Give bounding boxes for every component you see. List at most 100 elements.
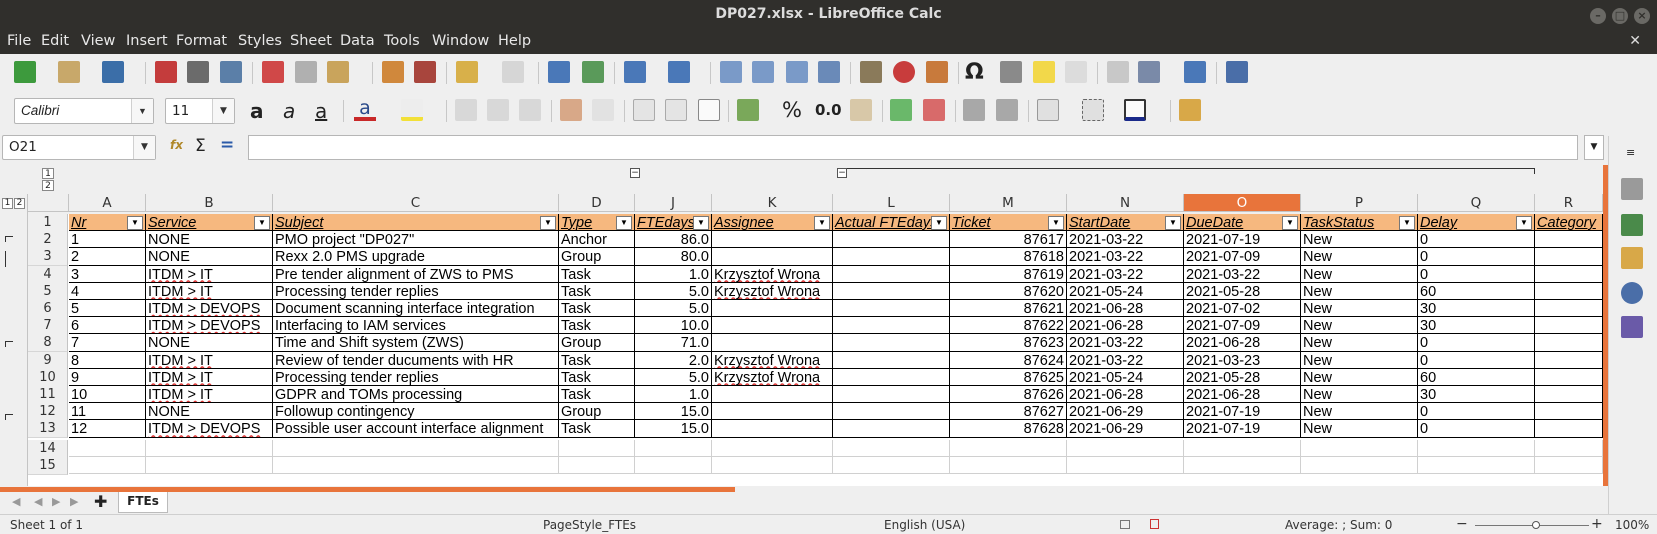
column-header-b[interactable]: B bbox=[146, 194, 273, 212]
cell-a-6[interactable]: 5 bbox=[69, 300, 146, 318]
empty-cell[interactable] bbox=[1067, 456, 1184, 474]
cell-n-13[interactable]: 2021-06-29 bbox=[1067, 420, 1184, 438]
autofilter-dropdown-icon[interactable]: ▼ bbox=[127, 216, 143, 230]
cell-r-10[interactable] bbox=[1535, 368, 1603, 386]
cell-d-2[interactable]: Anchor bbox=[559, 231, 635, 249]
row-header-6[interactable]: 6 bbox=[28, 300, 68, 318]
empty-cell[interactable] bbox=[833, 439, 950, 457]
column-header-k[interactable]: K bbox=[712, 194, 833, 212]
header-cell-actual-ftedays[interactable]: Actual FTEdays ▼ bbox=[833, 214, 950, 232]
maximize-button[interactable]: □ bbox=[1612, 8, 1628, 24]
align-left-icon[interactable] bbox=[455, 99, 477, 121]
cell-o-11[interactable]: 2021-06-28 bbox=[1184, 386, 1301, 404]
empty-cell[interactable] bbox=[712, 456, 833, 474]
menu-sheet[interactable]: Sheet bbox=[290, 33, 332, 49]
menu-insert[interactable]: Insert bbox=[126, 33, 168, 49]
column-icon[interactable] bbox=[668, 61, 690, 83]
cell-l-12[interactable] bbox=[833, 403, 950, 421]
underline-icon[interactable]: a bbox=[315, 99, 327, 123]
export-pdf-icon[interactable] bbox=[155, 61, 177, 83]
gallery-icon[interactable] bbox=[1621, 247, 1643, 269]
column-header-q[interactable]: Q bbox=[1418, 194, 1535, 212]
collapse-group-button[interactable]: − bbox=[630, 168, 640, 178]
cell-r-7[interactable] bbox=[1535, 317, 1603, 335]
previous-sheet-icon[interactable]: ◀ bbox=[34, 495, 42, 508]
define-print-area-icon[interactable] bbox=[1107, 61, 1129, 83]
cell-o-10[interactable]: 2021-05-28 bbox=[1184, 368, 1301, 386]
row-outline-level-1-button[interactable]: 1 bbox=[2, 198, 13, 209]
cell-q-12[interactable]: 0 bbox=[1418, 403, 1535, 421]
cell-k-11[interactable] bbox=[712, 386, 833, 404]
cell-b-9[interactable]: ITDM > IT bbox=[146, 351, 273, 369]
center-vertically-icon[interactable] bbox=[665, 99, 687, 121]
navigator-icon[interactable] bbox=[1621, 282, 1643, 304]
cell-l-13[interactable] bbox=[833, 420, 950, 438]
clear-formatting-icon[interactable] bbox=[414, 61, 436, 83]
cell-j-11[interactable]: 1.0 bbox=[635, 386, 712, 404]
autofilter-dropdown-icon[interactable]: ▼ bbox=[1165, 216, 1181, 230]
cell-c-12[interactable]: Followup contingency bbox=[273, 403, 559, 421]
cell-a-13[interactable]: 12 bbox=[69, 420, 146, 438]
sum-icon[interactable]: Σ bbox=[195, 136, 206, 156]
cell-p-2[interactable]: New bbox=[1301, 231, 1418, 249]
cell-c-2[interactable]: PMO project "DP027" bbox=[273, 231, 559, 249]
cell-d-11[interactable]: Task bbox=[559, 386, 635, 404]
menu-format[interactable]: Format bbox=[176, 33, 227, 49]
row-header-5[interactable]: 5 bbox=[28, 282, 68, 301]
row-header-9[interactable]: 9 bbox=[28, 351, 68, 370]
header-cell-startdate[interactable]: StartDate ▼ bbox=[1067, 214, 1184, 232]
row-header-3[interactable]: 3 bbox=[28, 248, 68, 267]
cell-d-10[interactable]: Task bbox=[559, 368, 635, 386]
empty-cell[interactable] bbox=[1184, 439, 1301, 457]
empty-cell[interactable] bbox=[146, 456, 273, 474]
menu-file[interactable]: File bbox=[7, 33, 31, 49]
zoom-level[interactable]: 100% bbox=[1615, 518, 1649, 532]
comment-icon[interactable] bbox=[1033, 61, 1055, 83]
cell-k-2[interactable] bbox=[712, 231, 833, 249]
font-size-box[interactable]: 11 ▼ bbox=[165, 98, 235, 124]
clone-formatting-icon[interactable] bbox=[382, 61, 404, 83]
chevron-down-icon[interactable]: ▼ bbox=[131, 99, 153, 123]
cell-d-9[interactable]: Task bbox=[559, 351, 635, 369]
header-cell-subject[interactable]: Subject ▼ bbox=[273, 214, 559, 232]
cell-l-4[interactable] bbox=[833, 265, 950, 283]
cell-a-4[interactable]: 3 bbox=[69, 265, 146, 283]
zoom-slider-handle[interactable] bbox=[1532, 521, 1540, 529]
header-cell-service[interactable]: Service ▼ bbox=[146, 214, 273, 232]
cell-d-13[interactable]: Task bbox=[559, 420, 635, 438]
sidebar-menu-icon[interactable]: ≡ bbox=[1626, 146, 1635, 159]
cell-a-11[interactable]: 10 bbox=[69, 386, 146, 404]
cell-d-12[interactable]: Group bbox=[559, 403, 635, 421]
border-color-icon[interactable] bbox=[1124, 99, 1146, 121]
row-header-4[interactable]: 4 bbox=[28, 265, 68, 284]
italic-icon[interactable]: a bbox=[283, 99, 295, 123]
cell-c-4[interactable]: Pre tender alignment of ZWS to PMS bbox=[273, 265, 559, 283]
select-all-corner[interactable] bbox=[28, 194, 69, 212]
cell-b-7[interactable]: ITDM > DEVOPS bbox=[146, 317, 273, 335]
column-header-n[interactable]: N bbox=[1067, 194, 1184, 212]
cell-n-7[interactable]: 2021-06-28 bbox=[1067, 317, 1184, 335]
cell-c-8[interactable]: Time and Shift system (ZWS) bbox=[273, 334, 559, 352]
functions-icon[interactable] bbox=[1621, 316, 1643, 338]
row-header-1[interactable]: 1 bbox=[28, 214, 68, 232]
properties-icon[interactable] bbox=[1621, 178, 1643, 200]
row-outline-level-2-button[interactable]: 2 bbox=[14, 198, 25, 209]
autofilter-dropdown-icon[interactable]: ▼ bbox=[1048, 216, 1064, 230]
header-cell-category[interactable]: Category bbox=[1535, 214, 1603, 232]
cell-p-8[interactable]: New bbox=[1301, 334, 1418, 352]
cell-r-11[interactable] bbox=[1535, 386, 1603, 404]
column-header-m[interactable]: M bbox=[950, 194, 1067, 212]
cell-l-11[interactable] bbox=[833, 386, 950, 404]
autofilter-dropdown-icon[interactable]: ▼ bbox=[814, 216, 830, 230]
cell-l-7[interactable] bbox=[833, 317, 950, 335]
cell-p-4[interactable]: New bbox=[1301, 265, 1418, 283]
cell-d-4[interactable]: Task bbox=[559, 265, 635, 283]
cell-r-4[interactable] bbox=[1535, 265, 1603, 283]
cell-c-5[interactable]: Processing tender replies bbox=[273, 282, 559, 300]
autofilter-dropdown-icon[interactable]: ▼ bbox=[254, 216, 270, 230]
cell-p-10[interactable]: New bbox=[1301, 368, 1418, 386]
header-cell-delay[interactable]: Delay ▼ bbox=[1418, 214, 1535, 232]
cell-k-13[interactable] bbox=[712, 420, 833, 438]
column-header-c[interactable]: C bbox=[273, 194, 559, 212]
cell-m-4[interactable]: 87619 bbox=[950, 265, 1067, 283]
